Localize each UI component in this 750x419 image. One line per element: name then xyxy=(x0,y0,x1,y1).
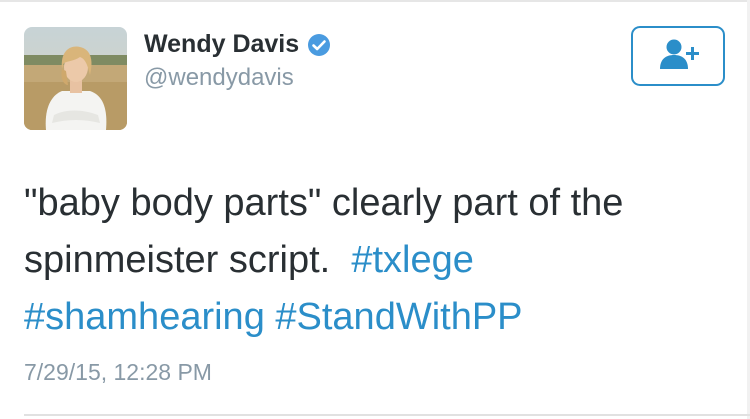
follow-button[interactable] xyxy=(631,26,725,86)
hashtag-link[interactable]: #txlege xyxy=(351,239,474,281)
hashtag-link[interactable]: #StandWithPP xyxy=(275,296,522,338)
avatar[interactable] xyxy=(24,27,127,130)
add-user-icon xyxy=(654,36,702,77)
verified-badge-icon xyxy=(307,32,331,56)
author-name-text: Wendy Davis xyxy=(144,30,300,58)
author-handle[interactable]: @wendydavis xyxy=(144,63,294,93)
top-divider xyxy=(0,0,750,2)
tweet-timestamp[interactable]: 7/29/15, 12:28 PM xyxy=(24,357,212,387)
author-display-name[interactable]: Wendy Davis xyxy=(144,27,331,61)
tweet-text: "baby body parts" clearly part of the sp… xyxy=(24,175,724,346)
hashtag-link[interactable]: #shamhearing xyxy=(24,296,265,338)
bottom-divider xyxy=(24,414,750,416)
tweet-text-body: "baby body parts" clearly part of the sp… xyxy=(24,182,624,281)
